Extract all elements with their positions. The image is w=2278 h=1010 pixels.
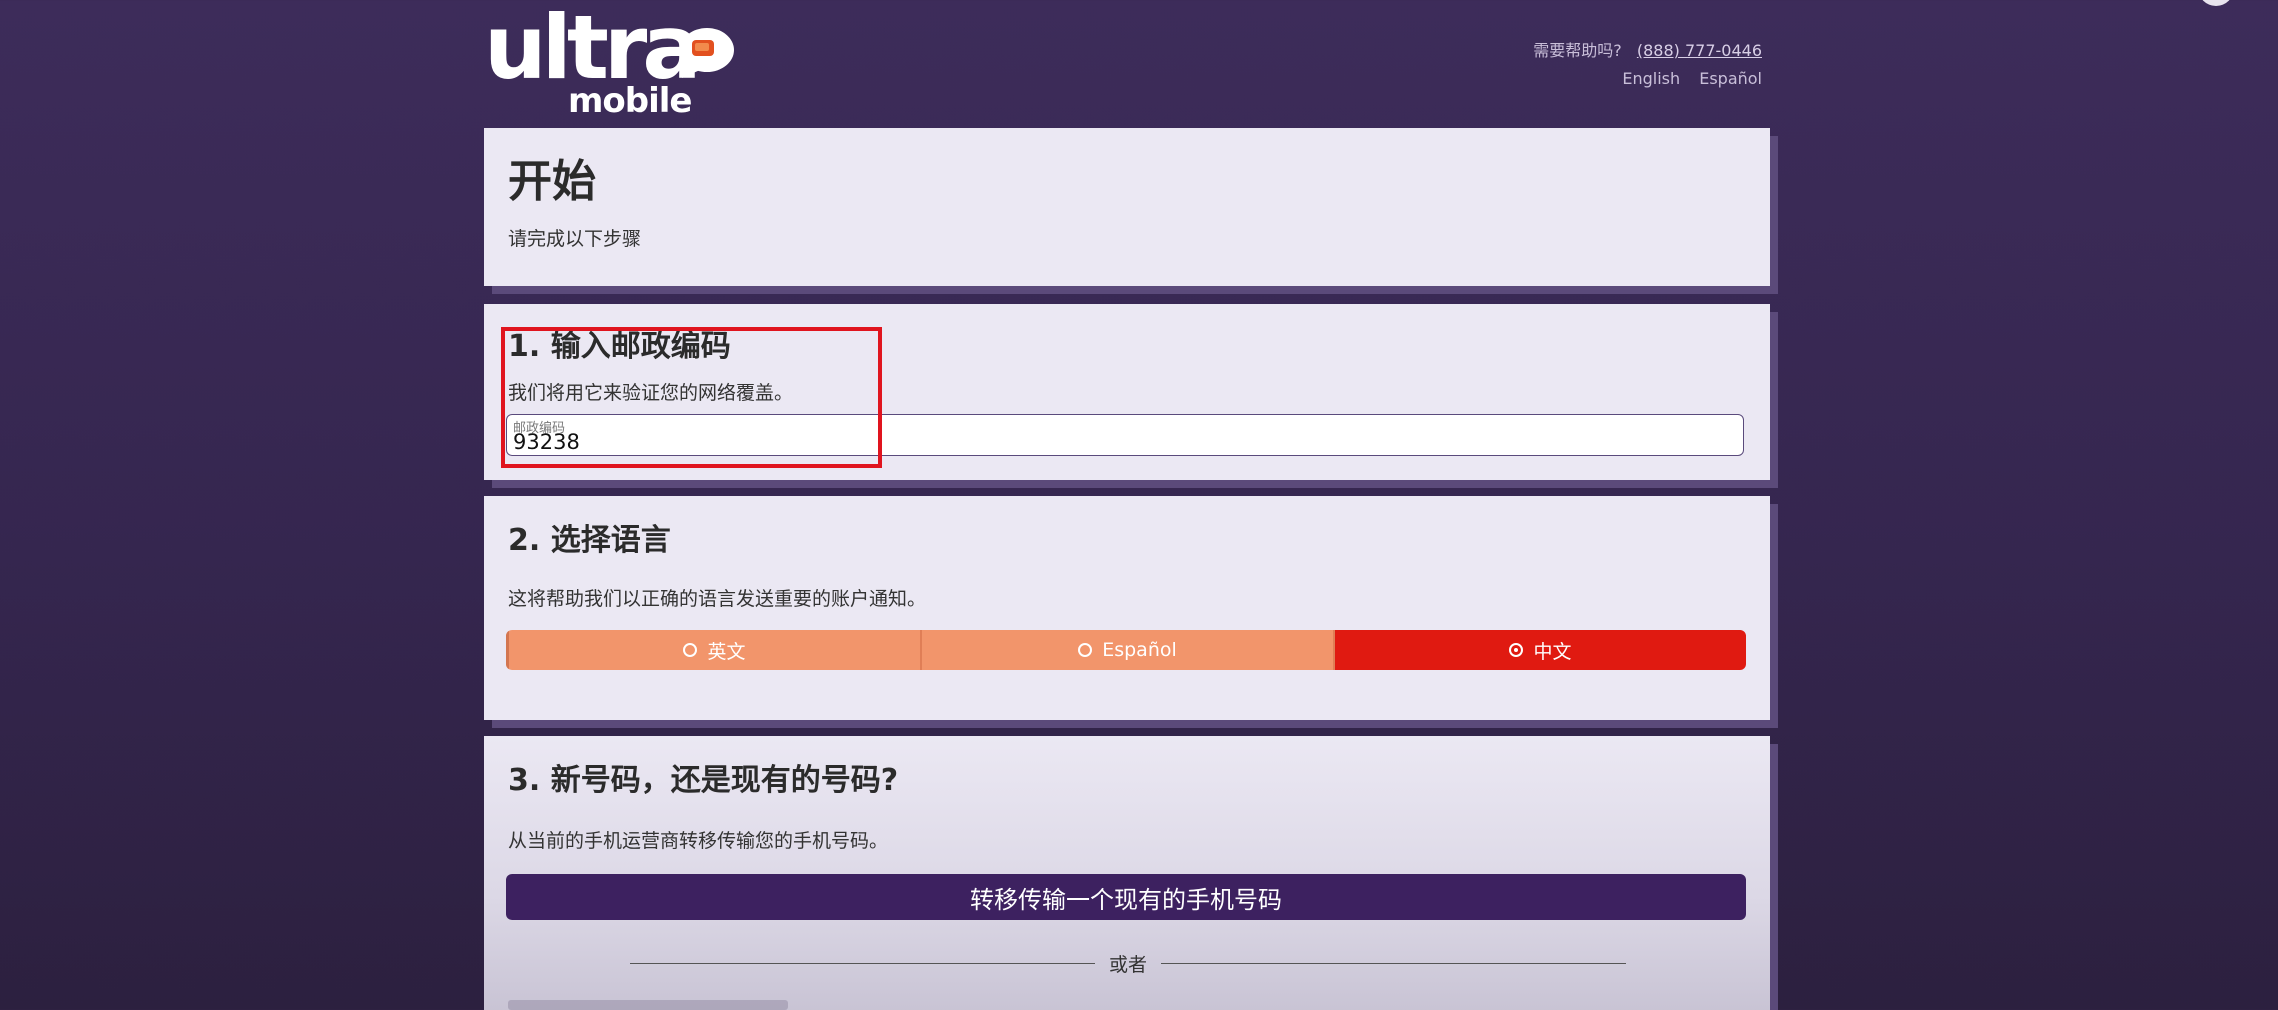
intro-card: 开始 请完成以下步骤 bbox=[484, 128, 1770, 286]
lang-link-spanish[interactable]: Español bbox=[1699, 69, 1762, 88]
lang-link-english[interactable]: English bbox=[1622, 69, 1680, 88]
logo-subtitle: mobile bbox=[568, 81, 692, 121]
language-card: 2. 选择语言 这将帮助我们以正确的语言发送重要的账户通知。 英文 Españo… bbox=[484, 496, 1770, 720]
divider-line bbox=[1161, 962, 1627, 964]
language-toggle: 英文 Español 中文 bbox=[506, 630, 1746, 670]
transfer-number-button[interactable]: 转移传输一个现有的手机号码 bbox=[506, 874, 1746, 920]
language-option-spanish[interactable]: Español bbox=[922, 630, 1335, 670]
cut-off-text bbox=[508, 1000, 788, 1010]
zip-code-value: 93238 bbox=[513, 430, 580, 454]
radio-unchecked-icon bbox=[683, 643, 698, 657]
language-option-chinese[interactable]: 中文 bbox=[1335, 630, 1746, 670]
radio-checked-icon bbox=[1509, 643, 1524, 657]
divider-line bbox=[630, 962, 1095, 964]
ultra-mobile-logo[interactable]: ultra mobile bbox=[484, 4, 744, 121]
help-section: 需要帮助吗? (888) 777-0446 English Español bbox=[1533, 40, 1762, 90]
step2-description: 这将帮助我们以正确的语言发送重要的账户通知。 bbox=[508, 588, 927, 610]
language-option-label: 英文 bbox=[707, 640, 746, 663]
page-title: 开始 bbox=[508, 156, 596, 207]
radio-unchecked-icon bbox=[1078, 643, 1093, 657]
or-label: 或者 bbox=[1109, 953, 1148, 976]
zip-code-card: 1. 输入邮政编码 我们将用它来验证您的网络覆盖。 邮政编码 93238 bbox=[484, 304, 1770, 480]
step3-description: 从当前的手机运营商转移传输您的手机号码。 bbox=[508, 830, 889, 852]
page-subtitle: 请完成以下步骤 bbox=[508, 228, 642, 250]
phone-number-card: 3. 新号码，还是现有的号码? 从当前的手机运营商转移传输您的手机号码。 转移传… bbox=[484, 736, 1770, 1010]
language-links: English Español bbox=[1533, 68, 1762, 90]
logo-wordmark: ultra bbox=[484, 0, 702, 99]
zip-code-input[interactable]: 邮政编码 93238 bbox=[506, 414, 1744, 456]
language-option-english[interactable]: 英文 bbox=[506, 630, 922, 670]
corner-avatar-icon bbox=[2198, 0, 2234, 6]
step2-title: 2. 选择语言 bbox=[508, 523, 671, 558]
help-phone-link[interactable]: (888) 777-0446 bbox=[1637, 41, 1762, 60]
help-label: 需要帮助吗? bbox=[1533, 41, 1622, 60]
language-option-label: Español bbox=[1102, 639, 1177, 661]
step1-description: 我们将用它来验证您的网络覆盖。 bbox=[508, 382, 794, 404]
language-option-label: 中文 bbox=[1533, 640, 1572, 663]
step1-title: 1. 输入邮政编码 bbox=[508, 329, 731, 364]
or-divider: 或者 bbox=[630, 950, 1627, 976]
step3-title: 3. 新号码，还是现有的号码? bbox=[508, 763, 899, 798]
logo-speech-bubble-icon bbox=[680, 28, 734, 78]
